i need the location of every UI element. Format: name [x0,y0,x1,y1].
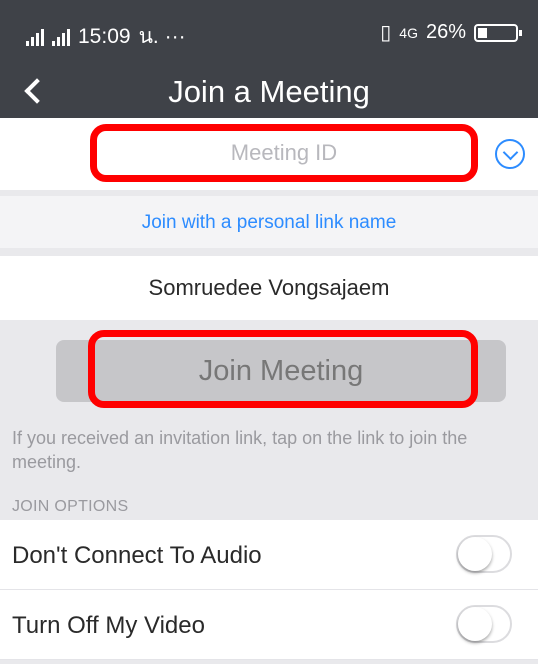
status-right: ▯ 4G 26% [380,20,522,45]
helper-text: If you received an invitation link, tap … [12,428,468,472]
battery-percent: 26% [425,21,466,43]
meeting-id-input[interactable] [90,124,478,182]
personal-link-row: Join with a personal link name [0,196,538,248]
toggle-video[interactable] [456,605,512,643]
vibrate-icon: ▯ [380,22,392,44]
network-label: 4G [399,24,418,41]
toggle-knob [458,607,492,641]
toggle-knob [458,537,492,571]
status-left: 15:09 น. ··· [26,20,186,53]
signal-icon [52,28,70,46]
join-meeting-button[interactable]: Join Meeting [56,340,506,402]
personal-link-button[interactable]: Join with a personal link name [0,196,538,234]
status-bar: 15:09 น. ··· ▯ 4G 26% [0,0,538,66]
battery-icon [474,23,522,42]
signal-icon [26,28,44,46]
battery-fill [478,27,487,38]
page-title: Join a Meeting [168,74,370,109]
status-extras: น. ··· [138,25,186,48]
option-label-audio: Don't Connect To Audio [12,542,262,569]
bottom-area [0,660,538,664]
option-row-video: Turn Off My Video [0,590,538,660]
toggle-audio[interactable] [456,535,512,573]
option-row-audio: Don't Connect To Audio [0,520,538,590]
join-options-header: JOIN OPTIONS [12,498,129,515]
meeting-id-row [0,118,538,190]
option-label-video: Turn Off My Video [12,612,205,639]
display-name-field[interactable]: Somruedee Vongsajaem [0,256,538,320]
nav-bar: Join a Meeting [0,66,538,118]
status-time: 15:09 [78,24,131,48]
chevron-down-circle-icon[interactable] [495,139,525,169]
